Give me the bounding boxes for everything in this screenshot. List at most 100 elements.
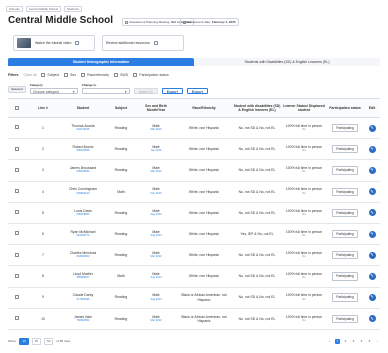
participation-cell: Participating [326,166,364,175]
page-button[interactable]: 1 [335,338,340,344]
table-row: 8 Lloyd Mueller 005282007 Math Male Aug 2013 W… [8,266,380,288]
participation-button[interactable]: Participating [332,187,358,196]
prev-page-icon[interactable]: ‹ [327,339,332,344]
checkbox[interactable] [64,73,69,77]
col-participation[interactable]: Participation status [326,106,364,110]
edit-pencil-icon[interactable]: ✎ [368,251,376,259]
col-sex[interactable]: Sex and Birth Month/Year [136,104,176,112]
race-cell: White, non Hispanic [188,274,220,279]
edit-pencil-icon[interactable]: ✎ [368,209,376,217]
student-name[interactable]: Claude Darby [73,293,94,297]
row-checkbox[interactable] [15,252,19,257]
line-number: 9 [42,295,44,300]
filter-swd[interactable]: SWD [114,73,128,77]
per-page-option[interactable]: 25 [31,337,42,345]
checkbox[interactable] [133,73,138,77]
learner-cell: 100% full time in person No [282,124,326,132]
category-select[interactable]: Choose category ▾ [29,88,78,94]
select-all-checkbox[interactable] [15,105,19,110]
participation-cell: Participating [326,293,364,302]
breadcrumb-school[interactable]: Central Middle School [25,6,62,12]
clear-filters-link[interactable]: Clear all [24,73,37,77]
page-button[interactable]: 3 [351,339,356,344]
filter-race[interactable]: Race/ethnicity [81,73,109,77]
edit-pencil-icon[interactable]: ✎ [368,272,376,280]
student-name[interactable]: Chris Cunningham [69,187,97,191]
filter-sex[interactable]: Sex [64,73,76,77]
breadcrumb-schools[interactable]: Schools [6,6,23,12]
displaced-value: No [302,255,306,259]
apply-button[interactable]: Apply (0) [133,88,158,94]
checkbox[interactable] [114,73,119,77]
swd-cell: No, not SD & No, not EL [238,125,276,130]
checkbox[interactable] [81,73,86,77]
row-checkbox[interactable] [15,189,19,194]
student-name[interactable]: James Hale [74,315,92,319]
edit-pencil-icon[interactable]: ✎ [368,230,376,238]
edit-pencil-icon[interactable]: ✎ [368,188,376,196]
col-subject[interactable]: Subject [106,106,136,110]
col-student[interactable]: Student [60,106,106,110]
student-id: 004694033 [76,255,90,259]
participation-button[interactable]: Participating [332,145,358,154]
student-cell: Louis Davis 005075843 [60,209,106,217]
filter-participation[interactable]: Participation status [133,73,169,77]
breadcrumb-students[interactable]: Students [64,6,82,12]
resources-link[interactable]: Review additional resources [102,35,184,51]
edit-pencil-icon[interactable]: ✎ [368,315,376,323]
participation-cell: Participating [326,145,364,154]
subject-cell: Reading [114,295,128,300]
page-button[interactable]: 4 [359,339,364,344]
participation-button[interactable]: Participating [332,293,358,302]
col-swd[interactable]: Student with disabilities (SD) & English… [232,104,282,112]
page-button[interactable]: 5 [367,339,372,344]
edit-pencil-icon[interactable]: ✎ [368,145,376,153]
table-footer: Show: 10 25 50 of 80 rows ‹ 1 2 3 4 5 › [8,337,380,345]
participation-button[interactable]: Participating [332,314,358,323]
col-line[interactable]: Line # [26,106,60,110]
filter-bar: Filters Clear all Subject Sex Race/ethni… [8,72,169,78]
birth-value: Jan 2013 [150,149,162,153]
tab-sd-el[interactable]: Students with Disabilities (SD) & Englis… [194,58,380,66]
export-button-2[interactable]: Export [186,88,208,94]
student-cell: James Hale 750602594 [60,315,106,323]
participation-button[interactable]: Participating [332,123,358,133]
filter-subject[interactable]: Subject [41,73,59,77]
row-checkbox[interactable] [15,231,19,236]
row-checkbox[interactable] [15,167,19,172]
col-learner[interactable]: Learner Status/ Displaced student [282,104,326,112]
per-page-option[interactable]: 10 [19,337,29,345]
page-button[interactable]: 2 [343,339,348,344]
participation-button[interactable]: Participating [332,272,358,281]
edit-pencil-icon[interactable]: ✎ [368,124,376,132]
displaced-value: No [302,318,306,322]
tab-demographic[interactable]: Student Demographic Information [8,58,194,66]
per-page-option[interactable]: 50 [44,337,54,345]
export-button[interactable]: Export [161,88,183,94]
row-checkbox[interactable] [15,294,19,299]
change-select[interactable]: ▾ [81,88,130,94]
breadcrumb: Schools Central Middle School Students [6,6,82,12]
next-page-icon[interactable]: › [375,339,380,344]
checkbox[interactable] [41,73,46,77]
swd-cell: No, not SD & No, not EL [238,210,276,215]
participation-button[interactable]: Participating [332,208,358,217]
participation-button[interactable]: Participating [332,229,358,239]
edit-pencil-icon[interactable]: ✎ [368,166,376,174]
edit-pencil-icon[interactable]: ✎ [368,294,376,302]
col-race[interactable]: Race/Ethnicity [176,106,232,110]
sex-cell: Male Aug 2013 [136,209,176,217]
row-checkbox[interactable] [15,273,19,278]
participation-button[interactable]: Participating [332,251,358,260]
tutorial-video-link[interactable]: Watch the tutorial video [13,35,95,51]
sex-value: Male [152,187,160,192]
row-checkbox[interactable] [15,125,19,130]
row-checkbox[interactable] [15,146,19,151]
select-all-cell [8,105,26,111]
participation-button[interactable]: Participating [332,166,358,175]
student-cell: Chris Cunningham 005061144 [60,187,106,195]
row-select-cell [8,316,26,321]
row-checkbox[interactable] [15,316,19,321]
row-checkbox[interactable] [15,210,19,215]
displaced-value: No [302,212,306,216]
